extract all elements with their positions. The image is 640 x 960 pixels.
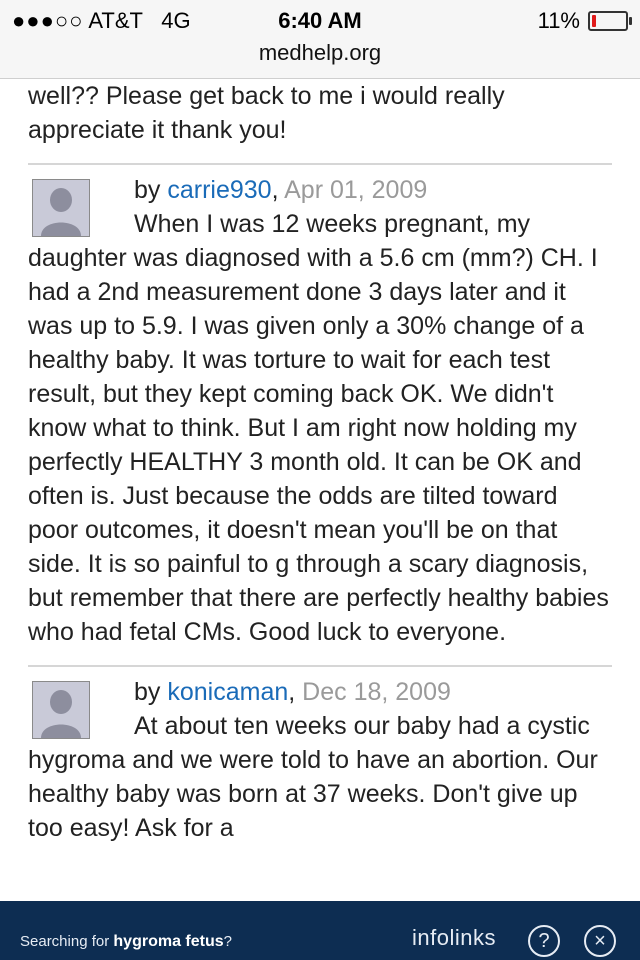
post: by konicaman, Dec 18, 2009 At about ten … <box>28 678 598 842</box>
page-content[interactable]: well?? Please get back to me i would rea… <box>0 79 640 901</box>
post-body: At about ten weeks our baby had a cystic… <box>28 712 598 842</box>
post-body: When I was 12 weeks pregnant, my daughte… <box>28 210 609 646</box>
infolinks-search-bar[interactable]: Searching for hygroma fetus? infolinks ?… <box>0 901 640 960</box>
post: by carrie930, Apr 01, 2009 When I was 12… <box>28 176 609 646</box>
post-date: Apr 01, 2009 <box>284 176 428 204</box>
previous-post-tail: well?? Please get back to me i would rea… <box>28 82 505 144</box>
post-by-label: by <box>134 678 161 706</box>
help-icon[interactable]: ? <box>528 925 560 957</box>
search-suggestion[interactable]: Searching for hygroma fetus? <box>20 933 232 951</box>
avatar[interactable] <box>32 179 90 237</box>
post-by-label: by <box>134 176 161 204</box>
user-silhouette-icon <box>33 180 89 236</box>
user-silhouette-icon <box>33 682 89 738</box>
searching-label: Searching for <box>20 933 110 950</box>
search-term[interactable]: hygroma fetus <box>113 933 223 950</box>
post-author-link[interactable]: carrie930 <box>167 176 271 204</box>
search-question-mark: ? <box>223 933 232 950</box>
divider <box>28 163 612 165</box>
infolinks-logo: infolinks <box>412 925 496 950</box>
avatar[interactable] <box>32 681 90 739</box>
post-date: Dec 18, 2009 <box>302 678 451 706</box>
address-bar-url[interactable]: medhelp.org <box>0 40 640 66</box>
post-author-link[interactable]: konicaman <box>167 678 288 706</box>
battery-percent: 11% <box>537 8 580 33</box>
battery-indicator: 11% <box>537 8 632 34</box>
close-icon[interactable]: × <box>584 925 616 957</box>
status-bar: ●●●○○ AT&T 4G 6:40 AM medhelp.org 11% <box>0 0 640 79</box>
divider <box>28 665 612 667</box>
battery-icon <box>588 11 632 31</box>
